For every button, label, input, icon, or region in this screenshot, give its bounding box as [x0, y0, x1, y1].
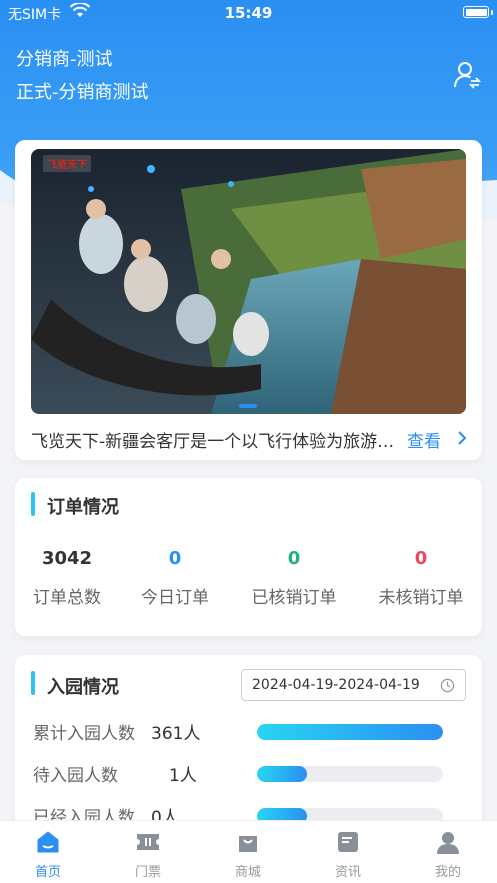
bottom-tab-bar: 首页 门票 商城 资讯 我的	[0, 820, 497, 883]
tab-label: 首页	[34, 865, 61, 880]
stat-today-orders[interactable]: 0 今日订单	[115, 548, 235, 608]
stat-label: 今日订单	[141, 588, 209, 608]
battery-icon	[463, 6, 489, 18]
entry-label: 待入园人数	[33, 766, 118, 786]
tab-home[interactable]: 首页	[8, 829, 88, 880]
banner-card: 飞览天下 飞览天下-新疆会客厅是一个以飞行体验为旅游为主题的... 查看	[15, 140, 482, 460]
tab-tickets[interactable]: 门票	[108, 829, 188, 880]
entry-section-title: 入园情况	[47, 677, 119, 698]
battery-tip	[491, 10, 493, 15]
distributor-name: 分销商-测试	[16, 49, 113, 70]
progress-fill	[257, 766, 308, 782]
account-name: 正式-分销商测试	[16, 82, 149, 103]
stat-label: 未核销订单	[378, 588, 464, 608]
tab-label: 我的	[434, 865, 461, 880]
stat-total-orders[interactable]: 3042 订单总数	[7, 548, 127, 608]
chevron-right-icon[interactable]	[456, 430, 468, 446]
clock-time: 15:49	[224, 4, 273, 22]
stat-unverified-orders[interactable]: 0 未核销订单	[361, 548, 481, 608]
tab-mall[interactable]: 商城	[208, 829, 288, 880]
ticket-icon	[137, 834, 159, 850]
home-icon	[37, 831, 59, 853]
view-link[interactable]: 查看	[407, 427, 441, 452]
switch-user-icon[interactable]	[453, 60, 481, 90]
profile-icon	[437, 832, 459, 854]
entry-row-total: 累计入园人数 361人	[33, 719, 463, 744]
progress-fill	[257, 724, 443, 740]
park-entry-card: 入园情况 2024-04-19-2024-04-19 累计入园人数 361人 待…	[15, 655, 482, 845]
entry-label: 累计入园人数	[33, 724, 135, 744]
banner-photo	[31, 149, 466, 414]
stat-value: 3042	[41, 548, 93, 569]
stat-label: 已核销订单	[251, 588, 337, 608]
carousel-indicator	[239, 404, 257, 408]
date-range-picker[interactable]: 2024-04-19-2024-04-19	[241, 669, 466, 701]
tab-news[interactable]: 资讯	[308, 829, 388, 880]
banner-image[interactable]: 飞览天下	[31, 149, 466, 414]
progress-track	[257, 724, 443, 740]
entry-value: 1人	[169, 766, 197, 786]
tab-profile[interactable]: 我的	[408, 829, 488, 880]
stat-value: 0	[287, 548, 301, 569]
clock-icon	[440, 678, 455, 693]
stat-value: 0	[168, 548, 182, 569]
entry-value: 361人	[151, 724, 201, 744]
tab-label: 门票	[134, 865, 161, 880]
progress-track	[257, 766, 443, 782]
entry-row-pending: 待入园人数 1人	[33, 761, 463, 786]
banner-caption: 飞览天下-新疆会客厅是一个以飞行体验为旅游为主题的...	[31, 432, 411, 452]
tab-label: 资讯	[334, 865, 361, 880]
stat-verified-orders[interactable]: 0 已核销订单	[234, 548, 354, 608]
status-bar: 无SIM卡 15:49	[0, 0, 497, 26]
banner-logo: 飞览天下	[43, 155, 91, 172]
news-icon	[338, 832, 358, 852]
date-range-value: 2024-04-19-2024-04-19	[252, 677, 420, 693]
stat-label: 订单总数	[33, 588, 101, 608]
tab-label: 商城	[234, 865, 261, 880]
shopping-bag-icon	[239, 836, 257, 852]
section-accent-bar	[31, 671, 35, 695]
section-accent-bar	[31, 492, 35, 516]
order-section-title: 订单情况	[47, 497, 119, 518]
stat-value: 0	[414, 548, 428, 569]
order-summary-card: 订单情况 3042 订单总数 0 今日订单 0 已核销订单 0 未核销订单	[15, 478, 482, 636]
